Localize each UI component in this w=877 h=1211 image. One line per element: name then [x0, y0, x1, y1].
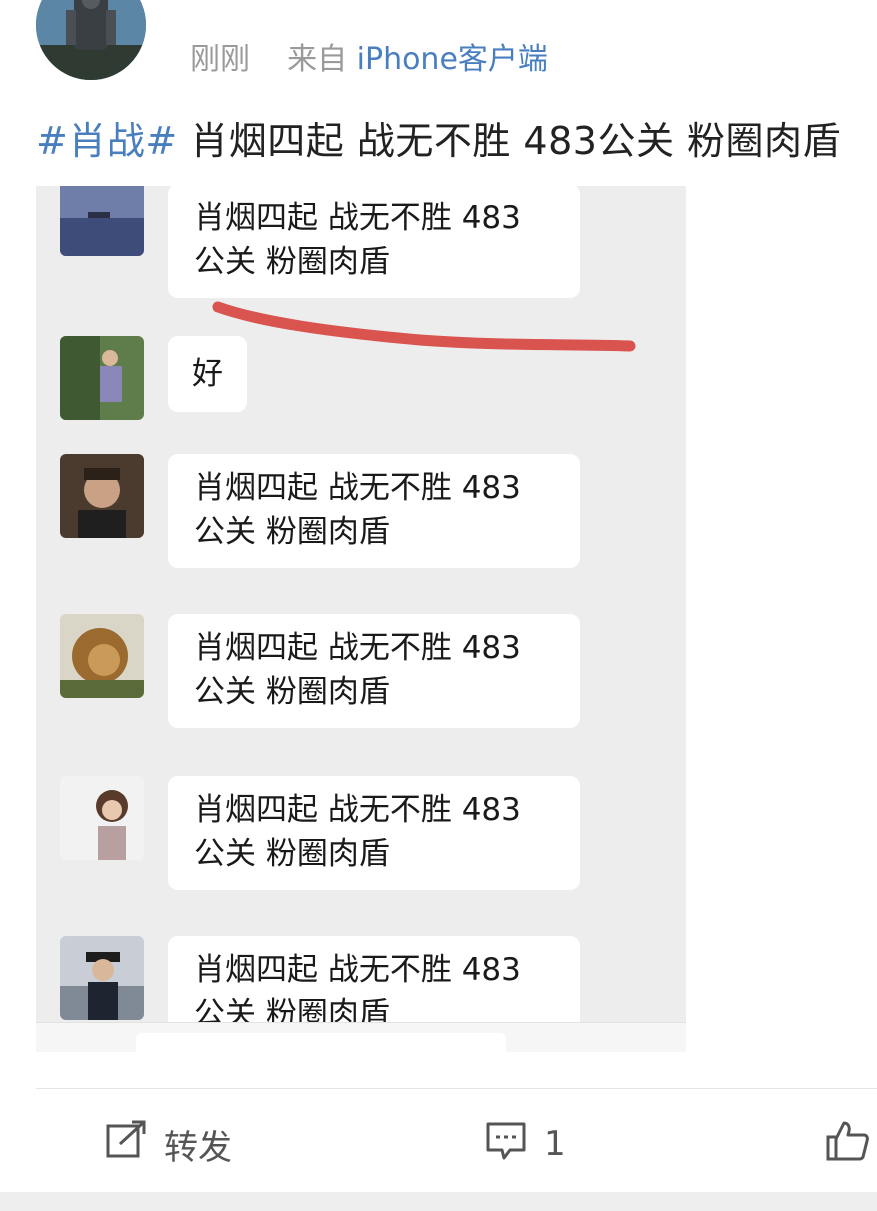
post-body: 肖烟四起 战无不胜 483公关 粉圈肉盾	[177, 119, 842, 163]
thumbs-up-icon	[824, 1117, 870, 1172]
chat-input-bar	[36, 1022, 686, 1052]
repost-label: 转发	[164, 1127, 232, 1168]
repost-icon	[104, 1118, 148, 1171]
message-bubble: 肖烟四起 战无不胜 483 公关 粉圈肉盾	[168, 776, 580, 890]
girl-portrait-avatar	[60, 776, 144, 860]
post-source[interactable]: iPhone客户端	[357, 42, 548, 77]
man-portrait-avatar	[60, 454, 144, 538]
hat-man-avatar	[60, 936, 144, 1020]
comment-icon	[484, 1118, 528, 1171]
lion-avatar	[60, 614, 144, 698]
comment-button[interactable]: 1	[484, 1116, 566, 1172]
message-bubble: 肖烟四起 战无不胜 483 公关 粉圈肉盾	[168, 614, 580, 728]
action-divider	[36, 1088, 877, 1089]
repost-button[interactable]: 转发	[104, 1116, 232, 1172]
post-meta: 刚刚 来自 iPhone客户端	[190, 34, 548, 78]
post-time: 刚刚	[190, 42, 250, 77]
message-bubble: 肖烟四起 战无不胜 483 公关 粉圈肉盾	[168, 186, 580, 298]
author-avatar[interactable]	[36, 0, 146, 80]
sea-boat-avatar	[60, 186, 144, 256]
comment-count: 1	[544, 1124, 566, 1164]
chat-screenshot-image[interactable]: 肖烟四起 战无不胜 483 公关 粉圈肉盾 好 肖烟四起 战无不胜 483 公关…	[36, 186, 686, 1052]
like-button[interactable]	[824, 1116, 877, 1172]
source-prefix: 来自	[287, 42, 348, 77]
bottom-separator	[0, 1192, 877, 1211]
message-bubble: 肖烟四起 战无不胜 483 公关 粉圈肉盾	[168, 454, 580, 568]
chat-input-field	[136, 1033, 506, 1052]
post-text: #肖战# 肖烟四起 战无不胜 483公关 粉圈肉盾	[36, 110, 841, 165]
dancer-avatar	[60, 336, 144, 420]
message-bubble: 好	[168, 336, 247, 412]
hashtag-link[interactable]: #肖战#	[36, 119, 178, 163]
